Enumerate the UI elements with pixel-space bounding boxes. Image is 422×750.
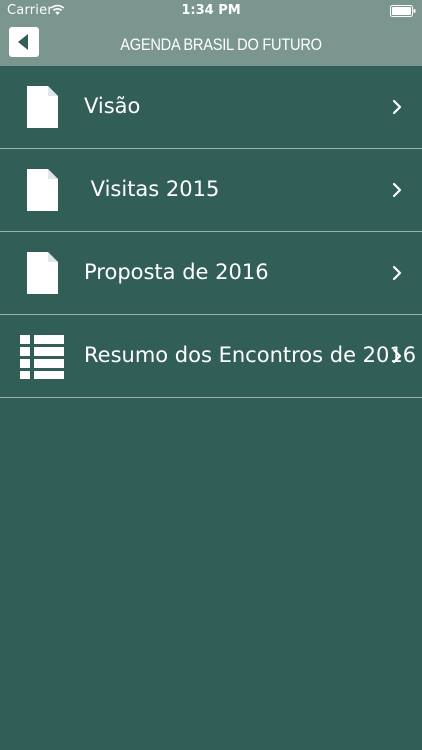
menu-item-resumo-encontros-2016[interactable]: Resumo dos Encontros de 2016 xyxy=(0,315,422,398)
document-icon xyxy=(27,86,58,128)
menu-item-label: Proposta de 2016 xyxy=(84,260,269,284)
menu-item-proposta-2016[interactable]: Proposta de 2016 xyxy=(0,232,422,315)
status-bar: Carrier 1:34 PM xyxy=(0,0,422,22)
back-button[interactable] xyxy=(9,27,39,57)
chevron-right-icon xyxy=(392,99,402,115)
battery-icon xyxy=(390,5,416,17)
document-icon xyxy=(27,169,58,211)
chevron-right-icon xyxy=(392,265,402,281)
document-icon xyxy=(27,252,58,294)
status-time: 1:34 PM xyxy=(181,3,241,18)
menu-list: Visão Visitas 2015 Proposta de 2016 Resu… xyxy=(0,66,422,398)
menu-item-visao[interactable]: Visão xyxy=(0,66,422,149)
chevron-right-icon xyxy=(392,182,402,198)
menu-item-label: Resumo dos Encontros de 2016 xyxy=(84,343,417,367)
menu-item-label: Visitas 2015 xyxy=(84,177,220,201)
page-title: AGENDA BRASIL DO FUTURO xyxy=(120,35,322,54)
list-icon xyxy=(20,335,64,379)
navigation-bar: AGENDA BRASIL DO FUTURO xyxy=(0,22,422,66)
chevron-right-icon xyxy=(392,348,402,364)
menu-item-label: Visão xyxy=(84,94,141,118)
back-arrow-icon xyxy=(18,34,28,50)
menu-item-visitas-2015[interactable]: Visitas 2015 xyxy=(0,149,422,232)
